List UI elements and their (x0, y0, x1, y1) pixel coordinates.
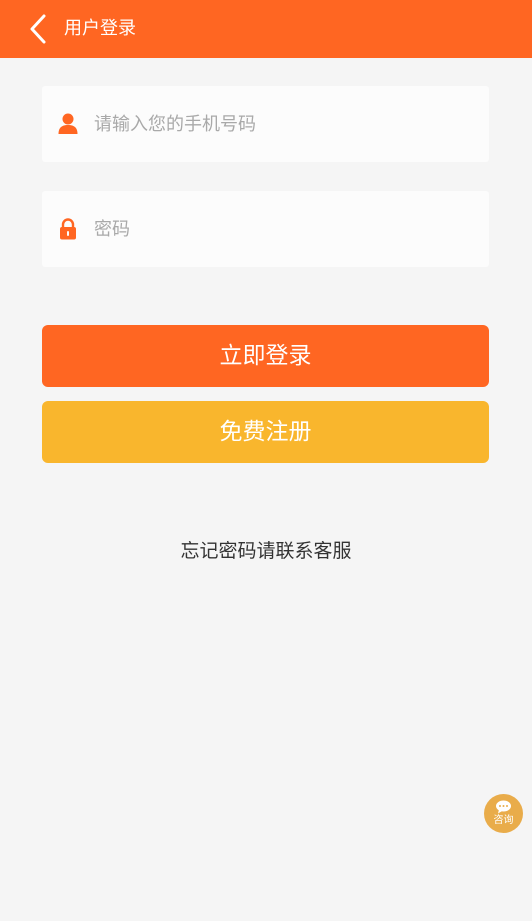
forgot-password-text: 忘记密码请联系客服 (180, 540, 352, 562)
password-field (42, 191, 489, 267)
password-input[interactable] (94, 191, 474, 267)
login-button[interactable]: 立即登录 (42, 325, 489, 387)
phone-field (42, 86, 489, 162)
header-bar: 用户登录 (0, 0, 532, 58)
consult-button[interactable]: 咨询 (484, 794, 523, 833)
chat-bubble-icon (496, 800, 511, 814)
phone-input[interactable] (94, 86, 474, 162)
back-icon[interactable] (26, 12, 50, 46)
user-icon (58, 113, 78, 134)
consult-label: 咨询 (493, 815, 514, 826)
register-button[interactable]: 免费注册 (42, 401, 489, 463)
lock-icon (60, 218, 76, 240)
page-title: 用户登录 (64, 18, 136, 39)
